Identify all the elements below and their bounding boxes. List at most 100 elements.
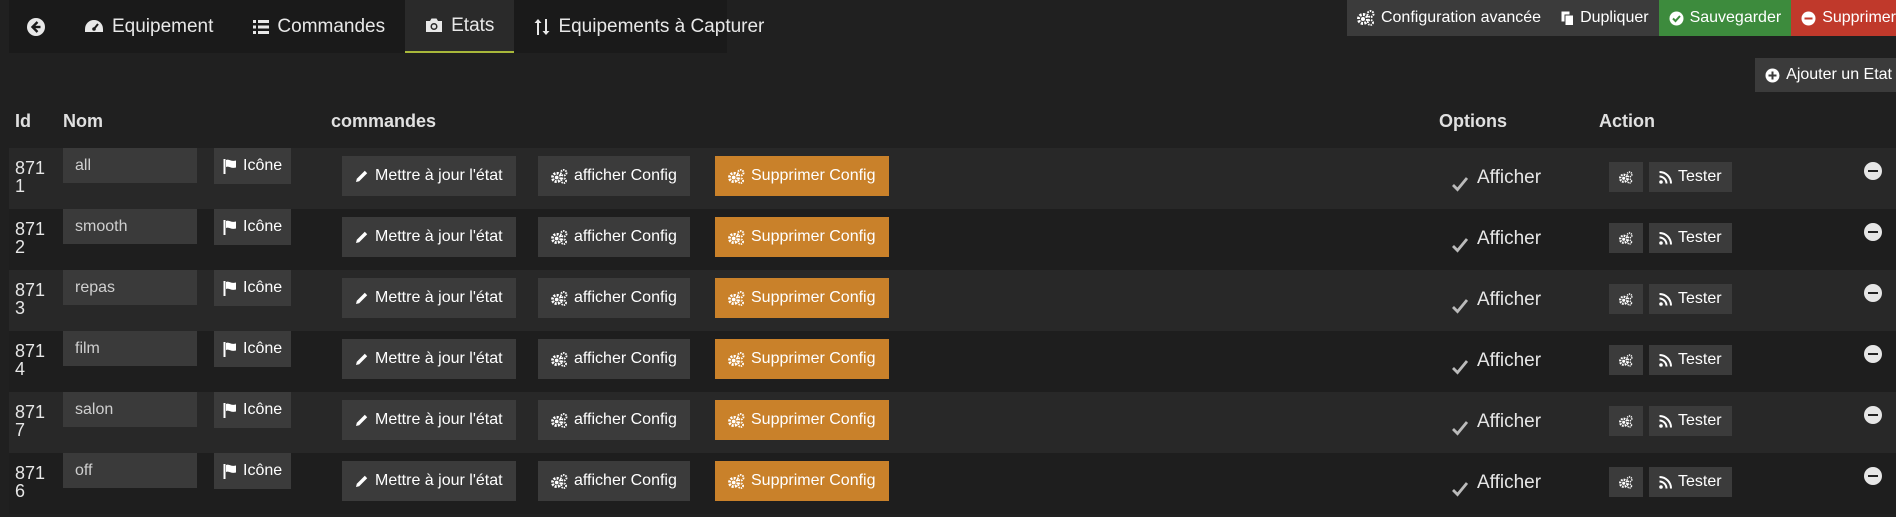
list-icon (253, 19, 270, 34)
icon-picker-label: Icône (243, 218, 283, 235)
test-button[interactable]: Tester (1649, 162, 1732, 192)
state-name-input[interactable] (63, 331, 197, 366)
show-config-button[interactable]: afficher Config (538, 278, 690, 318)
state-name-input[interactable] (63, 209, 197, 244)
afficher-label: Afficher (1477, 167, 1542, 188)
test-label: Tester (1678, 473, 1722, 490)
add-state-button[interactable]: Ajouter un Etat (1755, 58, 1896, 92)
update-state-label: Mettre à jour l'état (375, 472, 503, 489)
tab-commandes[interactable]: Commandes (233, 0, 405, 53)
icon-picker-label: Icône (243, 401, 283, 418)
advanced-config-row-button[interactable] (1609, 223, 1643, 253)
test-button[interactable]: Tester (1649, 284, 1732, 314)
duplicate-button[interactable]: Dupliquer (1551, 0, 1659, 36)
advanced-config-row-button[interactable] (1609, 284, 1643, 314)
afficher-checkbox[interactable]: Afficher (1449, 286, 1541, 314)
show-config-button[interactable]: afficher Config (538, 156, 690, 196)
cogs-icon (1619, 353, 1633, 367)
afficher-checkbox[interactable]: Afficher (1449, 469, 1541, 497)
advanced-config-button[interactable]: Configuration avancée (1346, 0, 1552, 36)
tab-etats-label: Etats (451, 14, 495, 36)
state-name-input[interactable] (63, 270, 197, 305)
afficher-checkbox[interactable]: Afficher (1449, 225, 1541, 253)
cogs-icon (1356, 10, 1375, 26)
delete-config-button[interactable]: Supprimer Config (715, 400, 889, 440)
state-name-input[interactable] (63, 148, 197, 183)
cogs-icon (551, 168, 568, 184)
tab-etats[interactable]: Etats (405, 0, 515, 53)
advanced-config-row-button[interactable] (1609, 162, 1643, 192)
tab-equipements-a-capturer[interactable]: Equipements à Capturer (514, 0, 784, 53)
update-state-button[interactable]: Mettre à jour l'état (342, 278, 516, 318)
advanced-config-row-button[interactable] (1609, 467, 1643, 497)
afficher-label: Afficher (1477, 411, 1542, 432)
icon-picker-button[interactable]: Icône (214, 392, 292, 428)
state-id: 8717 (15, 402, 46, 440)
delete-config-button[interactable]: Supprimer Config (715, 217, 889, 257)
delete-config-button[interactable]: Supprimer Config (715, 278, 889, 318)
afficher-label: Afficher (1477, 228, 1542, 249)
update-state-button[interactable]: Mettre à jour l'état (342, 156, 516, 196)
update-state-button[interactable]: Mettre à jour l'état (342, 339, 516, 379)
icon-picker-button[interactable]: Icône (214, 270, 292, 306)
remove-row-icon[interactable] (1864, 162, 1882, 180)
remove-row-icon[interactable] (1864, 284, 1882, 302)
rss-icon (1659, 353, 1672, 367)
delete-config-button[interactable]: Supprimer Config (715, 461, 889, 501)
afficher-checkbox[interactable]: Afficher (1449, 164, 1541, 192)
update-state-button[interactable]: Mettre à jour l'état (342, 400, 516, 440)
cogs-icon (551, 290, 568, 306)
icon-picker-button[interactable]: Icône (214, 209, 292, 245)
remove-row-icon[interactable] (1864, 223, 1882, 241)
cogs-icon (1619, 475, 1633, 489)
pencil-icon (356, 231, 368, 243)
icon-picker-button[interactable]: Icône (214, 148, 292, 184)
remove-row-icon[interactable] (1864, 345, 1882, 363)
afficher-label: Afficher (1477, 350, 1542, 371)
test-button[interactable]: Tester (1649, 223, 1732, 253)
test-label: Tester (1678, 412, 1722, 429)
icon-picker-button[interactable]: Icône (214, 331, 292, 367)
icon-picker-label: Icône (243, 340, 283, 357)
show-config-button[interactable]: afficher Config (538, 461, 690, 501)
delete-config-button[interactable]: Supprimer Config (715, 156, 889, 196)
test-button[interactable]: Tester (1649, 467, 1732, 497)
check-circle-icon (1669, 11, 1684, 25)
remove-row-icon[interactable] (1864, 467, 1882, 485)
update-state-button[interactable]: Mettre à jour l'état (342, 217, 516, 257)
checkbox-check-icon (1449, 353, 1471, 375)
cogs-icon (1619, 231, 1633, 245)
test-label: Tester (1678, 290, 1722, 307)
update-state-button[interactable]: Mettre à jour l'état (342, 461, 516, 501)
state-name-input[interactable] (63, 392, 197, 427)
tab-bar: Equipement Commandes Etats Equipements à… (9, 0, 764, 53)
update-state-label: Mettre à jour l'état (375, 228, 503, 245)
show-config-label: afficher Config (574, 350, 677, 367)
afficher-checkbox[interactable]: Afficher (1449, 408, 1541, 436)
show-config-button[interactable]: afficher Config (538, 217, 690, 257)
cogs-icon (728, 229, 745, 245)
cogs-icon (728, 351, 745, 367)
delete-config-label: Supprimer Config (751, 228, 876, 245)
pencil-icon (356, 170, 368, 182)
show-config-button[interactable]: afficher Config (538, 339, 690, 379)
remove-row-icon[interactable] (1864, 406, 1882, 424)
tab-equipement[interactable]: Equipement (64, 0, 233, 53)
delete-config-label: Supprimer Config (751, 167, 876, 184)
advanced-config-row-button[interactable] (1609, 406, 1643, 436)
cogs-icon (728, 473, 745, 489)
delete-config-label: Supprimer Config (751, 472, 876, 489)
test-button[interactable]: Tester (1649, 345, 1732, 375)
icon-picker-button[interactable]: Icône (214, 453, 292, 489)
save-button[interactable]: Sauvegarder (1658, 0, 1792, 36)
test-button[interactable]: Tester (1649, 406, 1732, 436)
show-config-button[interactable]: afficher Config (538, 400, 690, 440)
delete-button[interactable]: Supprimer (1791, 0, 1896, 36)
flag-icon (223, 402, 236, 418)
delete-config-label: Supprimer Config (751, 411, 876, 428)
state-name-input[interactable] (63, 453, 197, 488)
delete-config-button[interactable]: Supprimer Config (715, 339, 889, 379)
back-button[interactable] (9, 0, 64, 53)
advanced-config-row-button[interactable] (1609, 345, 1643, 375)
afficher-checkbox[interactable]: Afficher (1449, 347, 1541, 375)
